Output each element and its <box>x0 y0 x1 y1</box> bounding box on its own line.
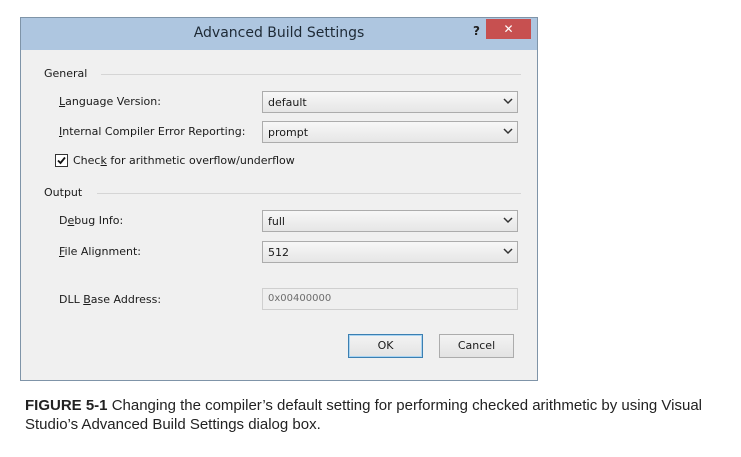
dll-base-address-value: 0x00400000 <box>268 293 332 304</box>
figure-number: FIGURE 5-1 <box>25 397 108 414</box>
chevron-down-icon <box>503 248 513 255</box>
debug-info-label: Debug Info: <box>59 214 124 227</box>
file-alignment-label: File Alignment: <box>59 245 141 258</box>
dialog-content: General Language Version: default Intern… <box>29 50 529 372</box>
figure-caption-text: Changing the compiler’s default setting … <box>25 397 703 433</box>
internal-error-reporting-dropdown[interactable]: prompt <box>262 121 518 143</box>
file-alignment-dropdown[interactable]: 512 <box>262 241 518 263</box>
ok-button[interactable]: OK <box>348 334 423 358</box>
language-version-label: Language Version: <box>59 95 161 108</box>
help-button[interactable]: ? <box>473 24 480 38</box>
chevron-down-icon <box>503 98 513 105</box>
output-group-divider <box>97 193 521 194</box>
checkmark-icon <box>57 156 66 165</box>
output-group-label: Output <box>44 186 83 199</box>
general-group-divider <box>101 74 521 75</box>
chevron-down-icon <box>503 217 513 224</box>
debug-info-dropdown[interactable]: full <box>262 210 518 232</box>
overflow-check-checkbox[interactable] <box>55 154 68 167</box>
internal-error-reporting-value: prompt <box>268 126 309 139</box>
cancel-button[interactable]: Cancel <box>439 334 514 358</box>
language-version-value: default <box>268 96 307 109</box>
figure-caption: FIGURE 5-1 Changing the compiler’s defau… <box>25 396 725 434</box>
internal-error-reporting-label: Internal Compiler Error Reporting: <box>59 125 246 138</box>
advanced-build-settings-dialog: Advanced Build Settings ? ✕ General Lang… <box>20 17 538 381</box>
file-alignment-value: 512 <box>268 246 289 259</box>
overflow-check-label[interactable]: Check for arithmetic overflow/underflow <box>73 154 295 167</box>
dll-base-address-field: 0x00400000 <box>262 288 518 310</box>
chevron-down-icon <box>503 128 513 135</box>
debug-info-value: full <box>268 215 285 228</box>
dll-base-address-label: DLL Base Address: <box>59 293 162 306</box>
dialog-title: Advanced Build Settings <box>193 25 365 41</box>
close-button[interactable]: ✕ <box>486 19 531 39</box>
language-version-dropdown[interactable]: default <box>262 91 518 113</box>
title-bar: Advanced Build Settings ? ✕ <box>21 18 537 50</box>
general-group-label: General <box>44 67 88 80</box>
